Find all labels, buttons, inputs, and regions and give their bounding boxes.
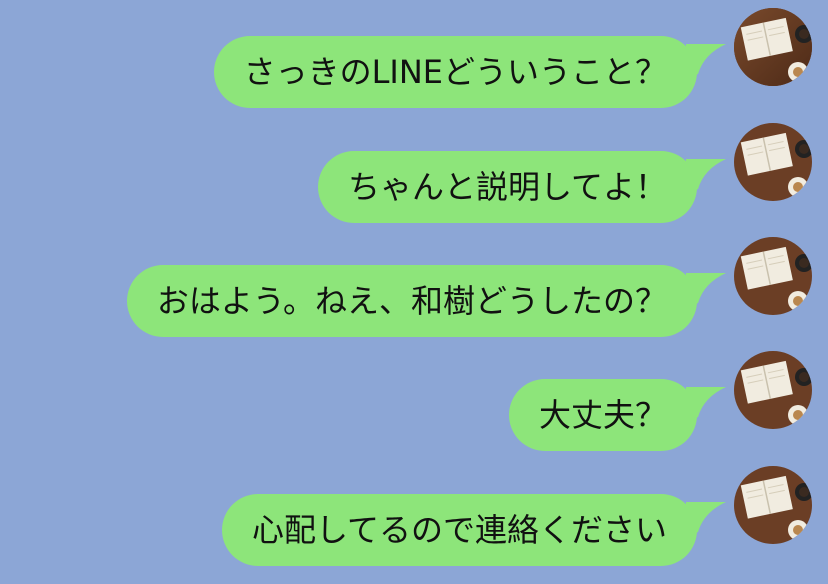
message-bubble[interactable]: ちゃんと説明してよ！ <box>317 151 697 223</box>
book-and-coffee-avatar-icon <box>734 466 812 544</box>
bubble-tail <box>686 273 726 309</box>
message-text: ちゃんと説明してよ！ <box>347 168 667 206</box>
sender-avatar[interactable] <box>734 237 812 315</box>
sender-avatar[interactable] <box>734 123 812 201</box>
message-row: さっきのLINEどういうこと？ <box>0 0 828 108</box>
chat-window: さっきのLINEどういうこと？ ちゃんと説明してよ！ おはよう。ねえ、和樹どうし… <box>0 0 828 584</box>
message-bubble[interactable]: 大丈夫？ <box>508 379 697 451</box>
message-bubble[interactable]: おはよう。ねえ、和樹どうしたの？ <box>126 265 697 337</box>
bubble-tail <box>686 44 726 80</box>
book-and-coffee-avatar-icon <box>734 351 812 429</box>
bubble-tail <box>686 387 726 423</box>
book-and-coffee-avatar-icon <box>734 8 812 86</box>
message-row: おはよう。ねえ、和樹どうしたの？ <box>0 229 828 337</box>
message-row: ちゃんと説明してよ！ <box>0 115 828 223</box>
message-text: さっきのLINEどういうこと？ <box>243 53 667 91</box>
message-bubble[interactable]: 心配してるので連絡ください <box>221 494 697 566</box>
message-row: 大丈夫？ <box>0 343 828 451</box>
book-and-coffee-avatar-icon <box>734 237 812 315</box>
book-and-coffee-avatar-icon <box>734 123 812 201</box>
message-text: 心配してるので連絡ください <box>251 511 667 549</box>
message-bubble[interactable]: さっきのLINEどういうこと？ <box>213 36 697 108</box>
sender-avatar[interactable] <box>734 351 812 429</box>
sender-avatar[interactable] <box>734 8 812 86</box>
message-row: 心配してるので連絡ください <box>0 458 828 566</box>
message-text: 大丈夫？ <box>538 396 667 434</box>
bubble-tail <box>686 502 726 538</box>
sender-avatar[interactable] <box>734 466 812 544</box>
bubble-tail <box>686 159 726 195</box>
message-text: おはよう。ねえ、和樹どうしたの？ <box>156 282 667 320</box>
